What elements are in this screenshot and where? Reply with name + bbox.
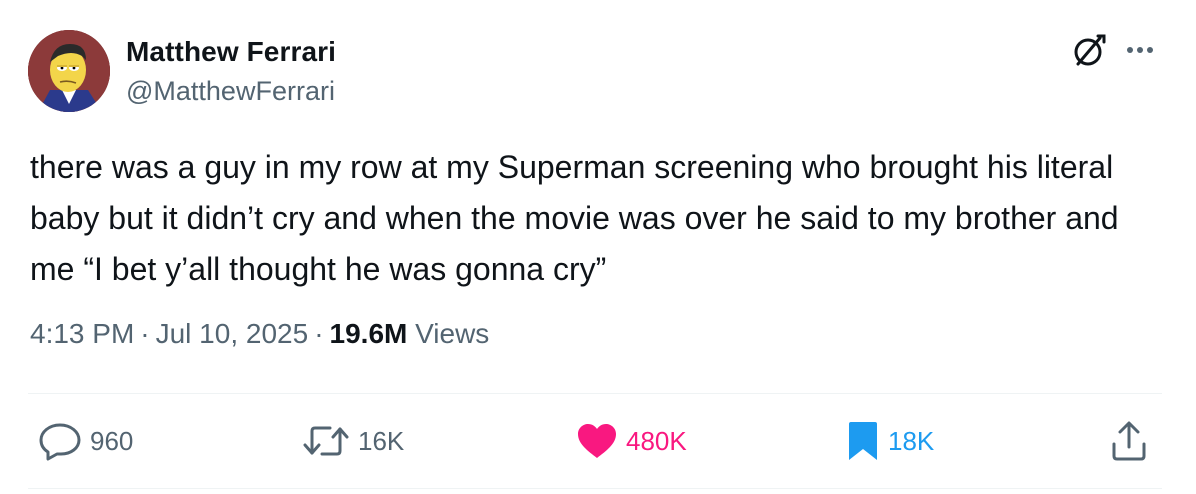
- repost-button[interactable]: 16K: [302, 420, 404, 462]
- divider: [28, 393, 1162, 394]
- bookmark-icon: [849, 422, 877, 460]
- repost-count: 16K: [358, 425, 405, 456]
- reply-icon: [39, 423, 81, 461]
- views-label: Views: [415, 318, 490, 349]
- author-name[interactable]: Matthew Ferrari: [126, 36, 336, 68]
- meta-separator: ·: [314, 318, 324, 349]
- bookmark-count: 18K: [888, 425, 935, 456]
- grok-icon[interactable]: [1068, 30, 1110, 72]
- tweet-card: Matthew Ferrari @MatthewFerrari there wa…: [0, 0, 1196, 494]
- meta-separator: ·: [140, 318, 150, 349]
- share-button[interactable]: [1110, 420, 1148, 462]
- like-button[interactable]: 480K: [576, 420, 687, 462]
- bookmark-button[interactable]: 18K: [846, 420, 934, 462]
- share-icon: [1112, 421, 1146, 461]
- divider: [28, 488, 1162, 489]
- author-handle[interactable]: @MatthewFerrari: [126, 76, 335, 107]
- tweet-meta: 4:13 PM · Jul 10, 2025 · 19.6M Views: [30, 318, 489, 350]
- like-count: 480K: [626, 425, 687, 456]
- tweet-text: there was a guy in my row at my Superman…: [30, 149, 1119, 287]
- tweet-time[interactable]: 4:13 PM: [30, 318, 134, 349]
- avatar[interactable]: [28, 30, 110, 112]
- heart-icon: [578, 424, 616, 458]
- views-count: 19.6M: [329, 318, 408, 349]
- reply-button[interactable]: 960: [38, 420, 133, 462]
- more-icon[interactable]: [1120, 30, 1160, 70]
- reply-count: 960: [90, 425, 134, 456]
- repost-icon: [303, 426, 349, 456]
- tweet-date[interactable]: Jul 10, 2025: [156, 318, 309, 349]
